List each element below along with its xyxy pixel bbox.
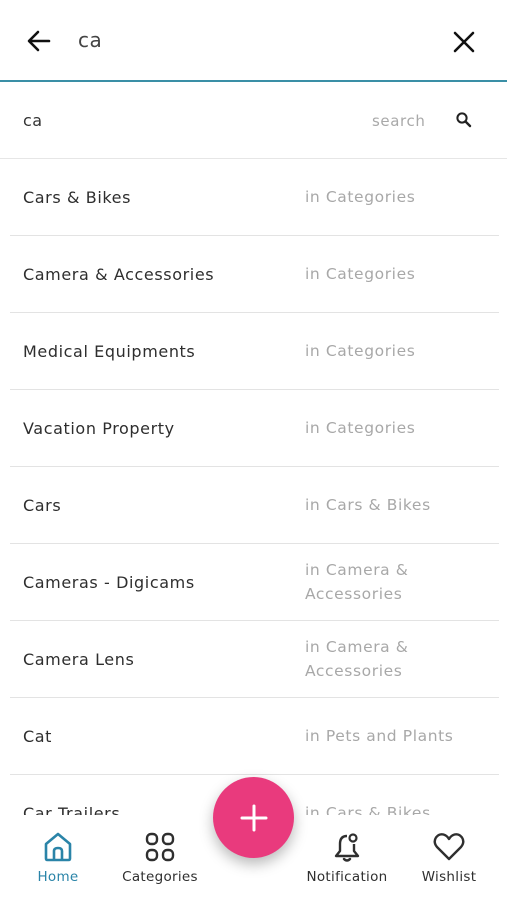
search-suggestion-query: ca [23,111,43,130]
result-name: Vacation Property [23,418,175,438]
result-context: in Cars & Bikes [305,496,431,514]
result-item[interactable]: Cars & Bikes in Categories [10,159,499,236]
plus-icon [240,804,267,831]
result-item[interactable]: Vacation Property in Categories [10,390,499,467]
result-context: in Categories [305,265,416,283]
results-list: Cars & Bikes in Categories Camera & Acce… [10,159,499,849]
result-name: Medical Equipments [23,341,196,361]
result-item[interactable]: Cat in Pets and Plants [10,698,499,775]
result-name: Camera & Accessories [23,264,215,284]
result-name: Cat [23,726,53,746]
result-item[interactable]: Camera Lens in Camera & Accessories [10,621,499,698]
bell-icon [334,833,360,862]
arrow-left-icon [27,30,51,52]
result-item[interactable]: Cameras - Digicams in Camera & Accessori… [10,544,499,621]
result-context: in Pets and Plants [305,727,454,745]
nav-home[interactable]: Home [8,831,108,885]
search-icon[interactable] [455,111,473,129]
result-context: in Camera & Accessories [305,561,409,603]
nav-categories-label: Categories [122,869,198,885]
grid-icon [145,832,175,862]
result-name: Cameras - Digicams [23,572,195,592]
result-name: Cars [23,495,62,515]
result-item[interactable]: Cars in Cars & Bikes [10,467,499,544]
nav-wishlist-label: Wishlist [421,869,477,885]
nav-notification-label: Notification [306,869,388,885]
back-button[interactable] [22,24,56,58]
search-input[interactable]: ca [78,28,102,52]
search-link[interactable]: search [372,112,425,130]
nav-notification[interactable]: Notification [297,831,397,885]
search-header: ca [0,0,507,82]
result-context: in Camera & Accessories [305,638,409,680]
result-context: in Categories [305,419,416,437]
nav-categories[interactable]: Categories [110,831,210,885]
result-context: in Categories [305,188,416,206]
result-name: Camera Lens [23,649,135,669]
close-icon [453,31,475,53]
home-icon [44,832,72,862]
search-suggestion-row[interactable]: ca search [0,84,507,159]
result-item[interactable]: Camera & Accessories in Categories [10,236,499,313]
nav-wishlist[interactable]: Wishlist [399,831,499,885]
nav-home-label: Home [37,869,79,885]
result-name: Cars & Bikes [23,187,132,207]
clear-button[interactable] [446,24,482,60]
result-item[interactable]: Medical Equipments in Categories [10,313,499,390]
heart-icon [433,833,465,861]
result-context: in Categories [305,342,416,360]
add-listing-button[interactable] [213,777,294,858]
